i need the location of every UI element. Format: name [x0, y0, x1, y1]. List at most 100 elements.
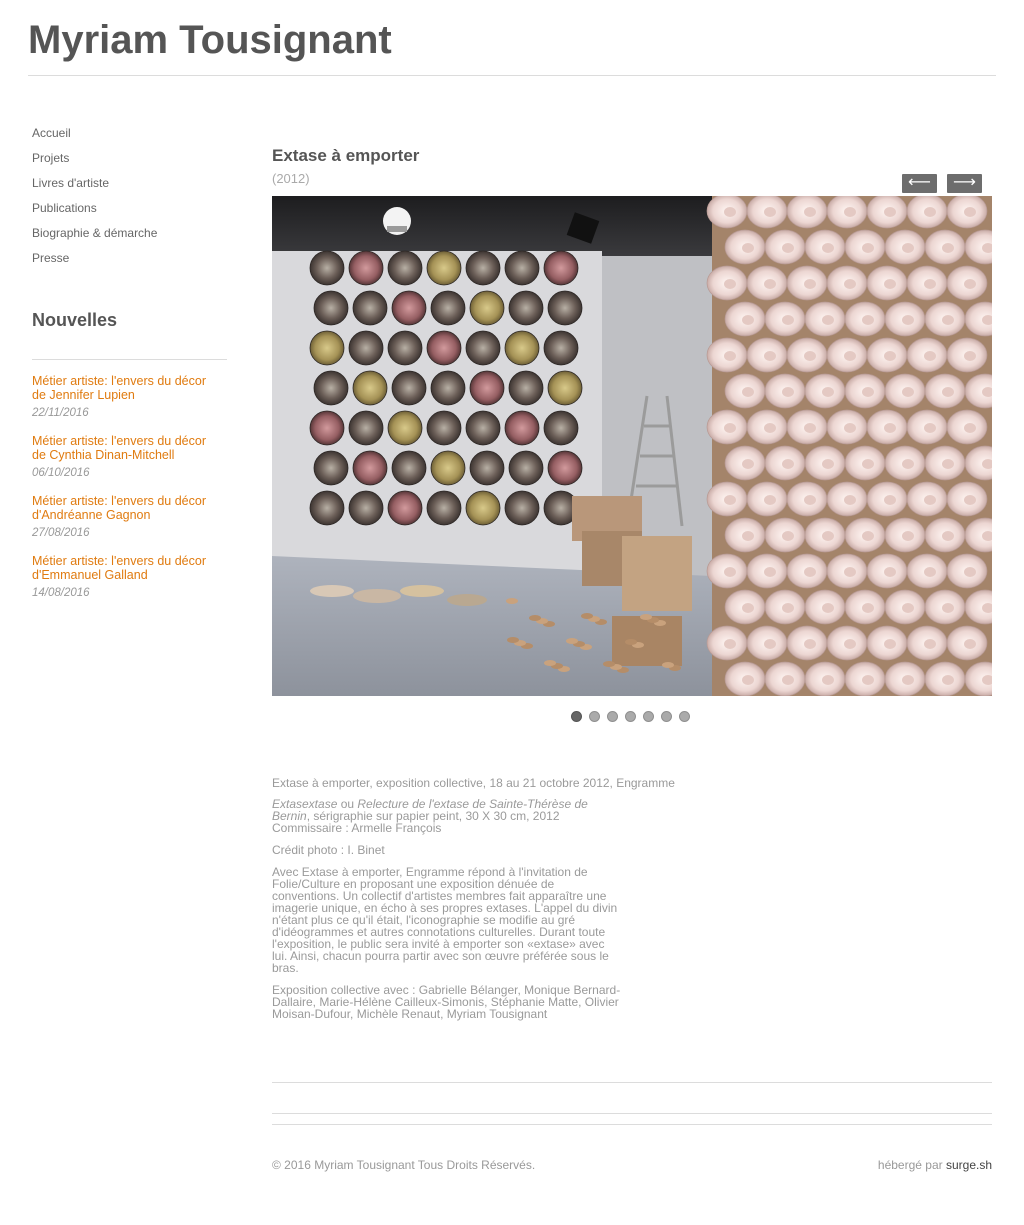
- paper-roll-core: [822, 603, 834, 613]
- exhibition-body: Avec Extase à emporter, Engramme répond …: [272, 865, 618, 975]
- main-nav: Accueil Projets Livres d'artiste Publica…: [32, 122, 157, 272]
- paper-roll-core: [782, 675, 794, 685]
- slide-dot-7[interactable]: [679, 711, 690, 722]
- floor-scrap: [506, 598, 518, 604]
- copyright-text: © 2016 Myriam Tousignant Tous Droits Rés…: [272, 1158, 536, 1172]
- disc-artwork: [430, 450, 466, 486]
- paper-roll-core: [742, 315, 754, 325]
- floor-scrap: [544, 660, 556, 666]
- slideshow-image[interactable]: [272, 196, 992, 696]
- disc-artwork: [387, 410, 423, 446]
- paper-roll-core: [924, 567, 936, 577]
- paper-roll-core: [902, 531, 914, 541]
- exhibition-artists: Exposition collective avec : Gabrielle B…: [272, 983, 621, 1021]
- disc-artwork: [309, 330, 345, 366]
- paper-roll-core: [902, 603, 914, 613]
- paper-roll-core: [822, 315, 834, 325]
- slide-dot-6[interactable]: [661, 711, 672, 722]
- disc-artwork: [469, 370, 505, 406]
- paper-roll-core: [924, 639, 936, 649]
- footer-divider: [272, 1124, 992, 1125]
- nav-item-livres-d-artiste[interactable]: Livres d'artiste: [32, 172, 157, 197]
- paper-roll-core: [924, 207, 936, 217]
- paper-roll-core: [942, 531, 954, 541]
- disc-artwork: [465, 490, 501, 526]
- paper-roll-core: [844, 207, 856, 217]
- disc-artwork: [430, 370, 466, 406]
- news-item: Métier artiste: l'envers du décor de Cyn…: [32, 434, 222, 494]
- paper-roll-core: [764, 495, 776, 505]
- disc-artwork: [391, 450, 427, 486]
- news-item-date: 27/08/2016: [32, 527, 90, 539]
- paper-roll-core: [724, 639, 736, 649]
- paper-roll-core: [782, 459, 794, 469]
- paper-roll-core: [822, 387, 834, 397]
- disc-artwork: [309, 410, 345, 446]
- disc-artwork: [465, 410, 501, 446]
- footer-divider: [272, 1082, 992, 1083]
- disc-artwork: [465, 330, 501, 366]
- previous-slide-button[interactable]: ⟵: [902, 174, 937, 193]
- paper-roll-core: [782, 315, 794, 325]
- paper-roll-core: [844, 351, 856, 361]
- slide-dot-5[interactable]: [643, 711, 654, 722]
- paper-roll-core: [804, 423, 816, 433]
- paper-roll-core: [884, 279, 896, 289]
- paper-roll-core: [764, 423, 776, 433]
- nav-item-accueil[interactable]: Accueil: [32, 122, 157, 147]
- floor-scrap: [581, 613, 593, 619]
- paper-roll-core: [942, 459, 954, 469]
- paper-roll-core: [742, 531, 754, 541]
- paper-roll-core: [804, 495, 816, 505]
- disc-artwork: [352, 290, 388, 326]
- disc-artwork: [547, 370, 583, 406]
- news-item-link[interactable]: Métier artiste: l'envers du décor d'Andr…: [32, 494, 222, 522]
- slide-dot-1[interactable]: [571, 711, 582, 722]
- paper-roll-core: [964, 351, 976, 361]
- nav-item-projets[interactable]: Projets: [32, 147, 157, 172]
- paper-roll-core: [902, 675, 914, 685]
- news-item-link[interactable]: Métier artiste: l'envers du décor de Jen…: [32, 374, 222, 402]
- paper-roll-core: [782, 387, 794, 397]
- nav-item-presse[interactable]: Presse: [32, 247, 157, 272]
- nav-item-biographie[interactable]: Biographie & démarche: [32, 222, 157, 247]
- news-item-date: 06/10/2016: [32, 467, 90, 479]
- surge-link[interactable]: surge.sh: [946, 1158, 992, 1172]
- disc-artwork: [547, 450, 583, 486]
- news-item: Métier artiste: l'envers du décor d'Andr…: [32, 494, 222, 554]
- paper-roll-core: [804, 351, 816, 361]
- paper-roll-core: [782, 531, 794, 541]
- disc-artwork: [543, 330, 579, 366]
- project-title: Extase à emporter: [272, 146, 420, 165]
- site-title[interactable]: Myriam Tousignant: [28, 14, 392, 66]
- next-slide-button[interactable]: ⟶: [947, 174, 982, 193]
- disc-artwork: [352, 450, 388, 486]
- slide-dot-2[interactable]: [589, 711, 600, 722]
- paper-roll-core: [924, 351, 936, 361]
- slide-dot-4[interactable]: [625, 711, 636, 722]
- paper-roll-core: [884, 423, 896, 433]
- paper-roll-core: [742, 243, 754, 253]
- paper-roll-core: [964, 279, 976, 289]
- slide-dot-3[interactable]: [607, 711, 618, 722]
- disc-artwork: [504, 330, 540, 366]
- news-item-link[interactable]: Métier artiste: l'envers du décor de Cyn…: [32, 434, 222, 462]
- floor-scrap: [662, 662, 674, 668]
- project-description: Extase à emporter, exposition collective…: [272, 776, 675, 1030]
- disc-artwork: [309, 250, 345, 286]
- paper-roll-core: [764, 567, 776, 577]
- disc-artwork: [387, 330, 423, 366]
- paper-roll-core: [884, 495, 896, 505]
- disc-artwork: [465, 250, 501, 286]
- nav-item-publications[interactable]: Publications: [32, 197, 157, 222]
- news-divider: [32, 359, 227, 360]
- paper-roll-core: [862, 315, 874, 325]
- disc-artwork: [547, 290, 583, 326]
- paper-roll-core: [942, 603, 954, 613]
- paper-roll-core: [884, 351, 896, 361]
- disc-artwork: [348, 490, 384, 526]
- news-item-link[interactable]: Métier artiste: l'envers du décor d'Emma…: [32, 554, 222, 582]
- news-item: Métier artiste: l'envers du décor de Jen…: [32, 374, 222, 434]
- disc-artwork: [313, 370, 349, 406]
- disc-artwork: [426, 490, 462, 526]
